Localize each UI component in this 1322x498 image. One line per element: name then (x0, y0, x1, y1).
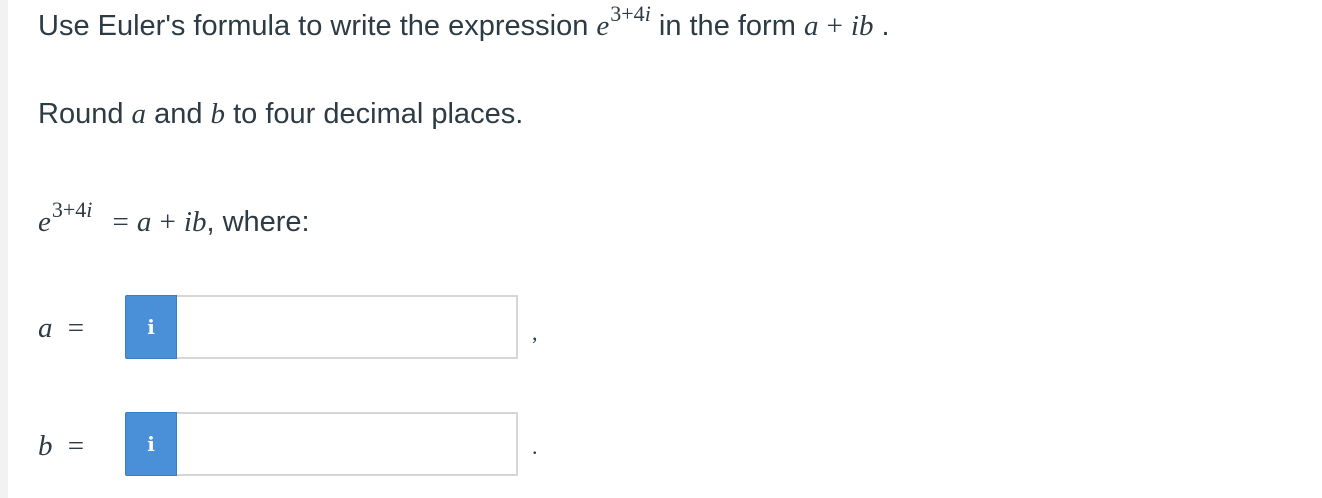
equation-exponent-var: i (86, 197, 93, 222)
info-icon: i (147, 432, 155, 456)
equation-exponent-num: 3+4 (51, 197, 87, 222)
answer-a-punct: , (532, 320, 538, 345)
equation-a: a (136, 206, 152, 238)
expr-exponent: 3+4i (610, 1, 651, 26)
form-ib: ib (850, 10, 874, 42)
equation-ib: ib (183, 206, 207, 238)
answer-a-input[interactable] (177, 295, 518, 359)
question-text: Use Euler's formula to write the express… (38, 3, 890, 42)
answer-b-punct: . (532, 434, 538, 459)
equation-suffix: , where: (206, 206, 310, 238)
answer-a-label: a = (38, 314, 84, 343)
equation-base: e (38, 206, 51, 238)
form-a: a (803, 10, 819, 42)
expr-exponent-var: i (644, 1, 651, 26)
answer-b-input[interactable] (177, 412, 518, 476)
info-icon: i (147, 315, 155, 339)
instruction-var-a: a (131, 98, 147, 130)
question-prefix: Use Euler's formula to write the express… (38, 10, 589, 42)
instruction-text: Round a and b to four decimal places. (38, 100, 523, 129)
left-gutter (0, 0, 8, 498)
form-plus: + (826, 10, 843, 42)
answer-a-var: a (38, 312, 53, 344)
answer-a-equals: = (67, 312, 85, 344)
answer-b-equals: = (67, 430, 85, 462)
answer-b-info-button[interactable]: i (125, 412, 177, 476)
expr-base: e (596, 10, 610, 42)
instruction-and: and (154, 98, 203, 130)
instruction-suffix: to four decimal places. (233, 98, 524, 130)
equation-equals: = (112, 206, 129, 238)
instruction-var-b: b (210, 98, 226, 130)
equation-line: e3+4i = a + ib, where: (38, 199, 310, 238)
answer-b-label: b = (38, 432, 84, 461)
question-end: . (881, 10, 890, 42)
equation-plus: + (159, 206, 176, 238)
answer-a-info-button[interactable]: i (125, 295, 177, 359)
expr-exponent-num: 3+4 (610, 1, 645, 26)
instruction-prefix: Round (38, 98, 124, 130)
answer-b-var: b (38, 430, 53, 462)
equation-exponent: 3+4i (52, 197, 93, 222)
question-mid: in the form (658, 10, 796, 42)
